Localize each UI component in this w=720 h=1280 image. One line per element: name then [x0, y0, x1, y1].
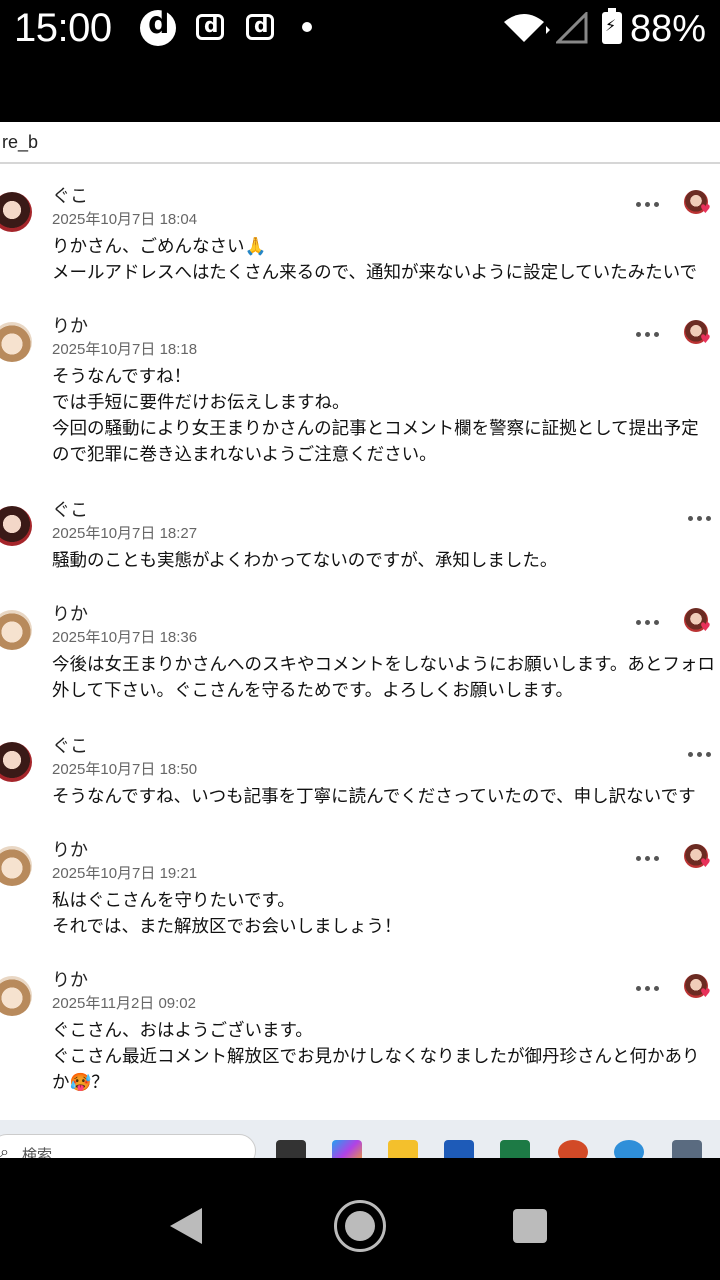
- more-options-icon[interactable]: [636, 330, 662, 340]
- comment-line: そうなんですね、いつも記事を丁寧に読んでくださっていたので、申し訳ないです: [52, 787, 696, 807]
- comment-date: 2025年11月2日 09:02: [52, 995, 196, 1012]
- comment-line: ので犯罪に巻き込まれないようご注意ください。: [52, 445, 437, 465]
- d-account-icon: [140, 6, 176, 46]
- comment-author[interactable]: りか: [52, 836, 88, 862]
- file-explorer-icon[interactable]: [276, 1140, 306, 1158]
- comment-line: ぐこさん、おはようございます。: [52, 1021, 313, 1041]
- comment-date: 2025年10月7日 18:18: [52, 341, 198, 358]
- d-square-icon: d: [246, 13, 274, 40]
- d-square-icon: d: [196, 13, 224, 40]
- avatar[interactable]: [0, 846, 32, 886]
- comment-date: 2025年10月7日 18:04: [52, 211, 198, 228]
- comment-page: re_b ぐこ 2025年10月7日 18:04 りかさん、ごめんなさい🙏 メールアド…: [0, 122, 720, 1158]
- windows-taskbar: ⌕ 検索: [0, 1120, 720, 1158]
- comment-author[interactable]: ぐこ: [52, 732, 88, 758]
- heart-icon: ♥: [700, 202, 711, 216]
- comment-date: 2025年10月7日 19:21: [52, 865, 198, 882]
- copilot-icon[interactable]: [332, 1140, 362, 1158]
- browser-icon[interactable]: [614, 1140, 644, 1158]
- more-notifications-dot: [302, 22, 312, 32]
- comment-body: ぐこさん、おはようございます。ぐこさん最近コメント解放区でお見かけしなくなりまし…: [52, 1018, 720, 1096]
- heart-icon: ♥: [700, 332, 711, 346]
- comment-line: そうなんですね！: [52, 367, 192, 387]
- powerpoint-icon[interactable]: [558, 1140, 588, 1158]
- folder-icon[interactable]: [388, 1140, 418, 1158]
- comment-author[interactable]: りか: [52, 312, 88, 338]
- comment-line: では手短に要件だけお伝えしますね。: [52, 393, 350, 413]
- avatar[interactable]: [0, 610, 32, 650]
- comment-body: そうなんですね！ では手短に要件だけお伝えしますね。今回の騒動により女王まりかさん…: [52, 364, 720, 468]
- search-icon: ⌕: [0, 1142, 9, 1158]
- comment-body: そうなんですね、いつも記事を丁寧に読んでくださっていたので、申し訳ないです: [52, 784, 720, 810]
- avatar[interactable]: [0, 976, 32, 1016]
- navigation-bar: [0, 1158, 720, 1280]
- recents-icon[interactable]: [513, 1209, 547, 1243]
- comment-body: りかさん、ごめんなさい🙏 メールアドレスへはたくさん来るので、通知が来ないように設…: [52, 234, 720, 286]
- heart-icon: ♥: [700, 620, 711, 634]
- comment-date: 2025年10月7日 18:27: [52, 525, 198, 542]
- heart-icon: ♥: [700, 856, 711, 870]
- home-icon[interactable]: [334, 1200, 386, 1252]
- more-options-icon[interactable]: [636, 854, 662, 864]
- comment-author[interactable]: ぐこ: [52, 182, 88, 208]
- comment-author[interactable]: りか: [52, 966, 88, 992]
- more-options-icon[interactable]: [636, 618, 662, 628]
- comment-date: 2025年10月7日 18:50: [52, 761, 198, 778]
- comment-line: 私はぐこさんを守りたいです。: [52, 891, 295, 911]
- heart-icon: ♥: [700, 986, 711, 1000]
- comment-line: ぐこさん最近コメント解放区でお見かけしなくなりましたが御丹珍さんと何かあり: [52, 1047, 700, 1067]
- comment-body: 今後は女王まりかさんへのスキやコメントをしないようにお願いします。あとフォロ 外し…: [52, 652, 720, 704]
- avatar[interactable]: [0, 322, 32, 362]
- comment-author[interactable]: ぐこ: [52, 496, 88, 522]
- status-bar: 15:00 d d 88%: [0, 0, 720, 122]
- comment-author[interactable]: りか: [52, 600, 88, 626]
- avatar[interactable]: [0, 192, 32, 232]
- more-options-icon[interactable]: [688, 750, 714, 760]
- back-icon[interactable]: [170, 1208, 202, 1244]
- taskbar-search-placeholder: 検索: [22, 1146, 53, 1158]
- wifi-icon: [504, 14, 550, 42]
- comment-line: 外して下さい。ぐこさんを守るためです。よろしくお願いします。: [52, 681, 573, 701]
- battery-icon: [602, 8, 622, 44]
- comment-line: りかさん、ごめんなさい🙏: [52, 237, 267, 257]
- clock: 15:00: [14, 6, 112, 50]
- avatar[interactable]: [0, 742, 32, 782]
- comment-body: 私はぐこさんを守りたいです。それでは、また解放区でお会いしましょう！: [52, 888, 720, 940]
- username-label[interactable]: re_b: [2, 132, 38, 153]
- more-options-icon[interactable]: [636, 984, 662, 994]
- browser-top-bar: re_b: [0, 122, 720, 164]
- battery-percent: 88%: [629, 8, 706, 50]
- word-icon[interactable]: [444, 1140, 474, 1158]
- comment-line: 騒動のことも実態がよくわかってないのですが、承知しました。: [52, 551, 558, 571]
- calculator-icon[interactable]: [672, 1140, 702, 1158]
- excel-icon[interactable]: [500, 1140, 530, 1158]
- comment-body: 騒動のことも実態がよくわかってないのですが、承知しました。: [52, 548, 720, 574]
- comment-line: それでは、また解放区でお会いしましょう！: [52, 917, 402, 937]
- comment-line: か🥵？: [52, 1073, 109, 1093]
- signal-icon: [556, 12, 588, 44]
- more-options-icon[interactable]: [636, 200, 662, 210]
- avatar[interactable]: [0, 506, 32, 546]
- more-options-icon[interactable]: [688, 514, 714, 524]
- comment-date: 2025年10月7日 18:36: [52, 629, 198, 646]
- comment-line: 今回の騒動により女王まりかさんの記事とコメント欄を警察に証拠として提出予定: [52, 419, 699, 439]
- comment-line: メールアドレスへはたくさん来るので、通知が来ないように設定していたみたいで: [52, 263, 698, 283]
- comment-line: 今後は女王まりかさんへのスキやコメントをしないようにお願いします。あとフォロ: [52, 655, 715, 675]
